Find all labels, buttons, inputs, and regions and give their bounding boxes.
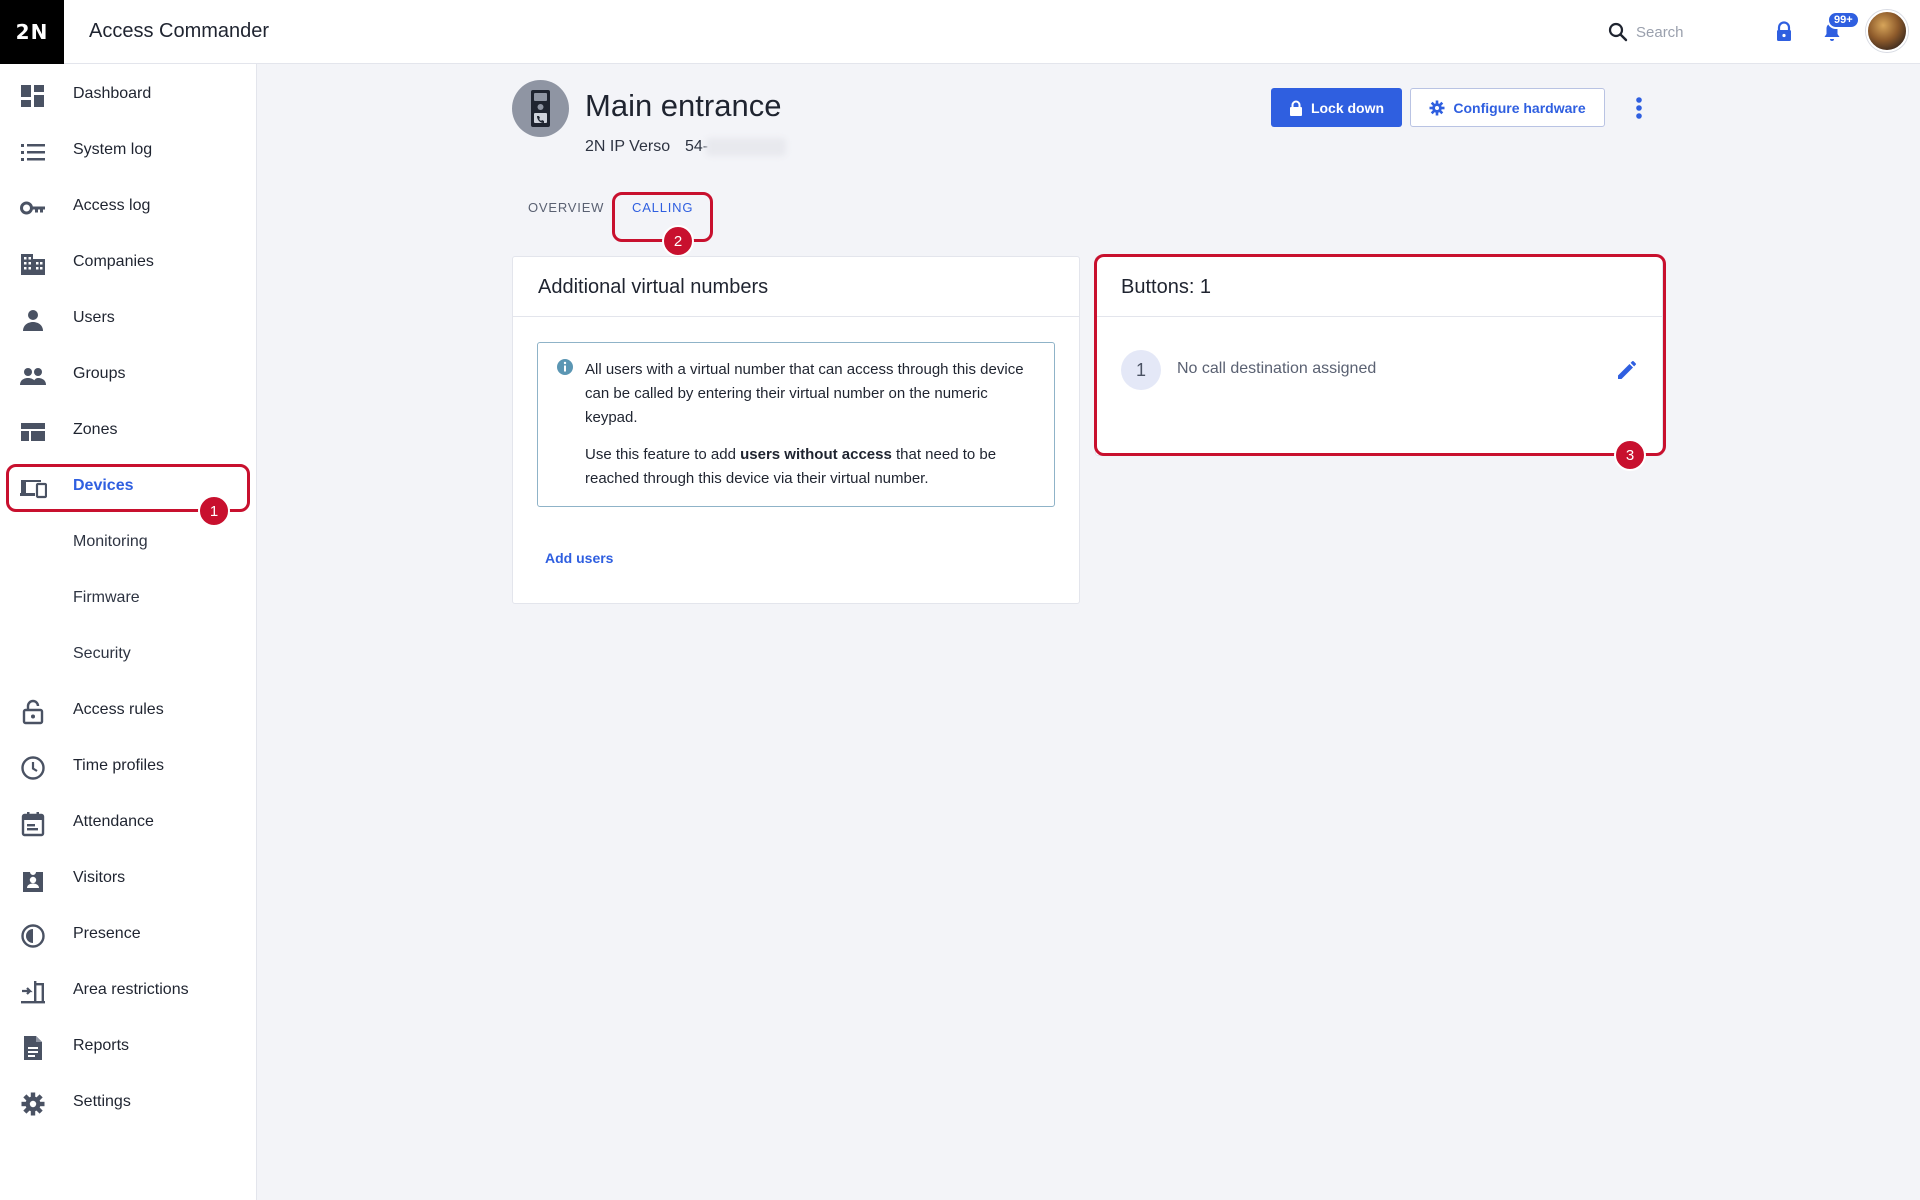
annotation-marker-3: 3: [1614, 439, 1646, 471]
card-title: Buttons: 1: [1121, 276, 1212, 298]
area-icon: [21, 981, 45, 1004]
page-title: Main entrance: [585, 88, 782, 123]
app-logo[interactable]: 2N: [0, 0, 64, 64]
buttons-card: Buttons: 1: [1095, 256, 1663, 456]
top-bar: 2N Access Commander 99+: [0, 0, 1920, 64]
configure-hardware-button[interactable]: Configure hardware: [1410, 88, 1605, 127]
sidebar-item-label: Time profiles: [73, 757, 164, 774]
sidebar-item-label: Devices: [73, 477, 134, 494]
sidebar-item-time-profiles[interactable]: Time profiles: [0, 742, 257, 792]
info-icon: [557, 359, 573, 375]
sidebar-item-security[interactable]: Security: [0, 630, 257, 680]
tab-calling[interactable]: CALLING: [632, 200, 693, 215]
sidebar-item-label: Access rules: [73, 701, 164, 718]
intercom-icon: [531, 90, 550, 127]
app-title: Access Commander: [89, 20, 270, 42]
clock-icon: [21, 756, 45, 780]
sidebar-item-label: Visitors: [73, 869, 126, 886]
devices-icon: [20, 480, 47, 499]
sidebar: Dashboard System log Access log Companie…: [0, 64, 257, 1200]
sidebar-item-attendance[interactable]: Attendance: [0, 798, 257, 848]
sidebar-item-label: Users: [73, 309, 115, 326]
sidebar-item-label: Companies: [73, 253, 154, 270]
card-title: Additional virtual numbers: [538, 276, 769, 298]
device-serial: 54-: [685, 138, 709, 155]
sidebar-item-label: System log: [73, 141, 153, 158]
call-destination-text: No call destination assigned: [1177, 360, 1377, 377]
sidebar-item-label: Dashboard: [73, 85, 152, 102]
search-icon[interactable]: [1606, 20, 1630, 44]
people-icon: [20, 368, 46, 385]
sidebar-item-zones[interactable]: Zones: [0, 406, 257, 456]
lock-icon: [1289, 100, 1302, 116]
button-number: 1: [1121, 350, 1161, 390]
sidebar-item-label: Firmware: [73, 589, 140, 606]
sidebar-item-reports[interactable]: Reports: [0, 1022, 257, 1072]
configure-hardware-label: Configure hardware: [1453, 99, 1586, 116]
avatar[interactable]: [1866, 10, 1908, 52]
device-model: 2N IP Verso: [585, 138, 671, 155]
sidebar-item-firmware[interactable]: Firmware: [0, 574, 257, 624]
info-text-part: Use this feature to add: [585, 446, 741, 463]
info-text: All users with a virtual number that can…: [585, 361, 1024, 426]
notification-badge: 99+: [1827, 11, 1860, 29]
lock-icon: [22, 699, 44, 725]
serial-redacted: [706, 138, 786, 156]
sidebar-item-label: Settings: [73, 1093, 131, 1110]
person-icon: [23, 310, 43, 331]
search-input[interactable]: [1636, 20, 1746, 44]
list-icon: [21, 144, 45, 161]
gear-icon: [1429, 100, 1445, 115]
add-users-button[interactable]: Add users: [545, 550, 613, 566]
sidebar-item-label: Presence: [73, 925, 141, 942]
sidebar-item-users[interactable]: Users: [0, 294, 257, 344]
more-vert-icon[interactable]: [1625, 92, 1653, 124]
sidebar-item-presence[interactable]: Presence: [0, 910, 257, 960]
presence-icon: [21, 924, 45, 948]
key-icon: [20, 201, 45, 215]
sidebar-item-label: Attendance: [73, 813, 154, 830]
sidebar-item-settings[interactable]: Settings: [0, 1078, 257, 1128]
sidebar-item-label: Zones: [73, 421, 118, 438]
sidebar-item-dashboard[interactable]: Dashboard: [0, 70, 257, 120]
sidebar-item-label: Security: [73, 645, 131, 662]
sidebar-item-system-log[interactable]: System log: [0, 126, 257, 176]
dashboard-icon: [21, 85, 44, 107]
info-text-secondary: Use this feature to add users without ac…: [585, 443, 1040, 491]
badge-icon: [23, 872, 43, 892]
sidebar-item-label: Area restrictions: [73, 981, 189, 998]
gear-icon: [21, 1092, 45, 1116]
report-icon: [24, 1036, 42, 1060]
edit-icon[interactable]: [1614, 357, 1640, 383]
info-box: All users with a virtual number that can…: [537, 342, 1055, 507]
info-text-bold: users without access: [740, 446, 892, 463]
sidebar-item-companies[interactable]: Companies: [0, 238, 257, 288]
device-avatar: [512, 80, 569, 137]
sidebar-item-access-log[interactable]: Access log: [0, 182, 257, 232]
sidebar-item-area-restrictions[interactable]: Area restrictions: [0, 966, 257, 1016]
sidebar-item-access-rules[interactable]: Access rules: [0, 686, 257, 736]
calendar-icon: [21, 812, 45, 837]
building-icon: [21, 254, 45, 275]
sidebar-item-label: Reports: [73, 1037, 130, 1054]
annotation-marker-1: 1: [198, 495, 230, 527]
sidebar-item-visitors[interactable]: Visitors: [0, 854, 257, 904]
lock-icon[interactable]: [1772, 20, 1796, 44]
sidebar-item-label: Monitoring: [73, 533, 148, 550]
sidebar-item-groups[interactable]: Groups: [0, 350, 257, 400]
lock-down-label: Lock down: [1310, 99, 1385, 116]
card-header: Additional virtual numbers: [513, 257, 1079, 317]
sidebar-item-label: Groups: [73, 365, 126, 382]
card-header: Buttons: 1: [1096, 257, 1662, 317]
lock-down-button[interactable]: Lock down: [1271, 88, 1402, 127]
zones-icon: [21, 423, 45, 441]
annotation-marker-2: 2: [662, 225, 694, 257]
sidebar-item-label: Access log: [73, 197, 151, 214]
tab-overview[interactable]: OVERVIEW: [528, 200, 604, 215]
